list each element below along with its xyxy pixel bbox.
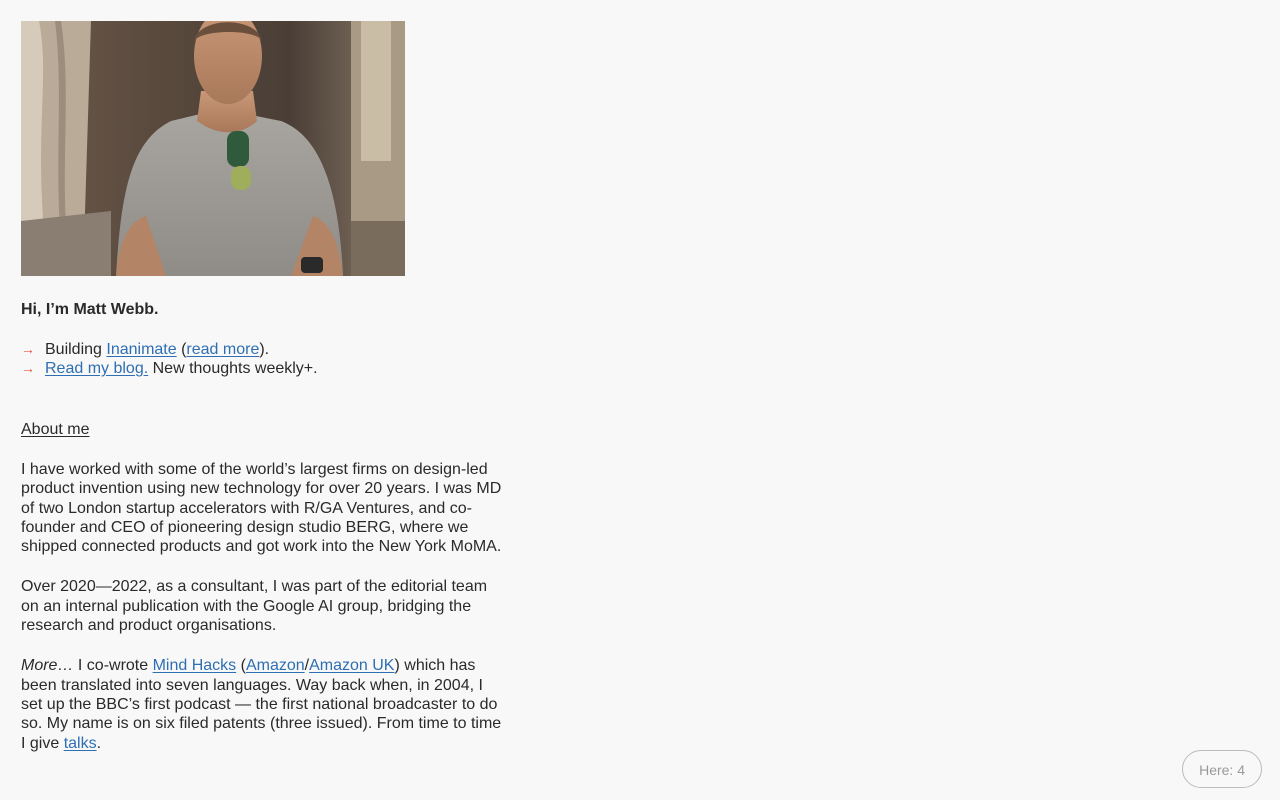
inanimate-prefix: Building <box>45 341 107 358</box>
presence-count-button[interactable]: Here: 4 <box>1182 750 1262 788</box>
page: Hi, I’m Matt Webb. → Building Inanimate … <box>0 0 1280 800</box>
main-content: Hi, I’m Matt Webb. → Building Inanimate … <box>21 21 505 753</box>
about-paragraph-1: I have worked with some of the world’s l… <box>21 461 502 556</box>
arrow-right-icon: → <box>21 341 35 357</box>
about-paragraph-2: Over 2020—2022, as a consultant, I was p… <box>21 578 488 635</box>
blog-suffix: New thoughts weekly+. <box>148 360 318 377</box>
amazon-uk-link[interactable]: Amazon UK <box>309 657 394 674</box>
read-more-link[interactable]: read more <box>186 341 259 358</box>
about-heading: About me <box>21 421 90 438</box>
about-paragraph-3: More… I co-wrote Mind Hacks (Amazon/Amaz… <box>21 656 505 752</box>
portrait-image <box>21 21 405 276</box>
inanimate-mid: ( <box>176 341 187 358</box>
talks-link[interactable]: talks <box>64 735 97 752</box>
arrow-right-icon: → <box>21 360 35 376</box>
amazon-link[interactable]: Amazon <box>246 657 305 674</box>
quick-links: → Building Inanimate (read more). → Read… <box>21 340 505 378</box>
read-blog-link[interactable]: Read my blog. <box>45 360 148 377</box>
text-span: ( <box>236 657 246 675</box>
list-item-inanimate: → Building Inanimate (read more). <box>21 340 505 359</box>
intro-heading: Hi, I’m Matt Webb. <box>21 301 159 318</box>
more-label: More… <box>21 657 74 675</box>
mind-hacks-link[interactable]: Mind Hacks <box>153 657 237 674</box>
inanimate-link[interactable]: Inanimate <box>106 341 176 358</box>
text-span: . <box>96 734 102 752</box>
inanimate-suffix: ). <box>259 341 270 358</box>
text-span: I co-wrote <box>73 657 153 675</box>
profile-photo <box>21 21 405 276</box>
list-item-blog: → Read my blog. New thoughts weekly+. <box>21 359 505 378</box>
